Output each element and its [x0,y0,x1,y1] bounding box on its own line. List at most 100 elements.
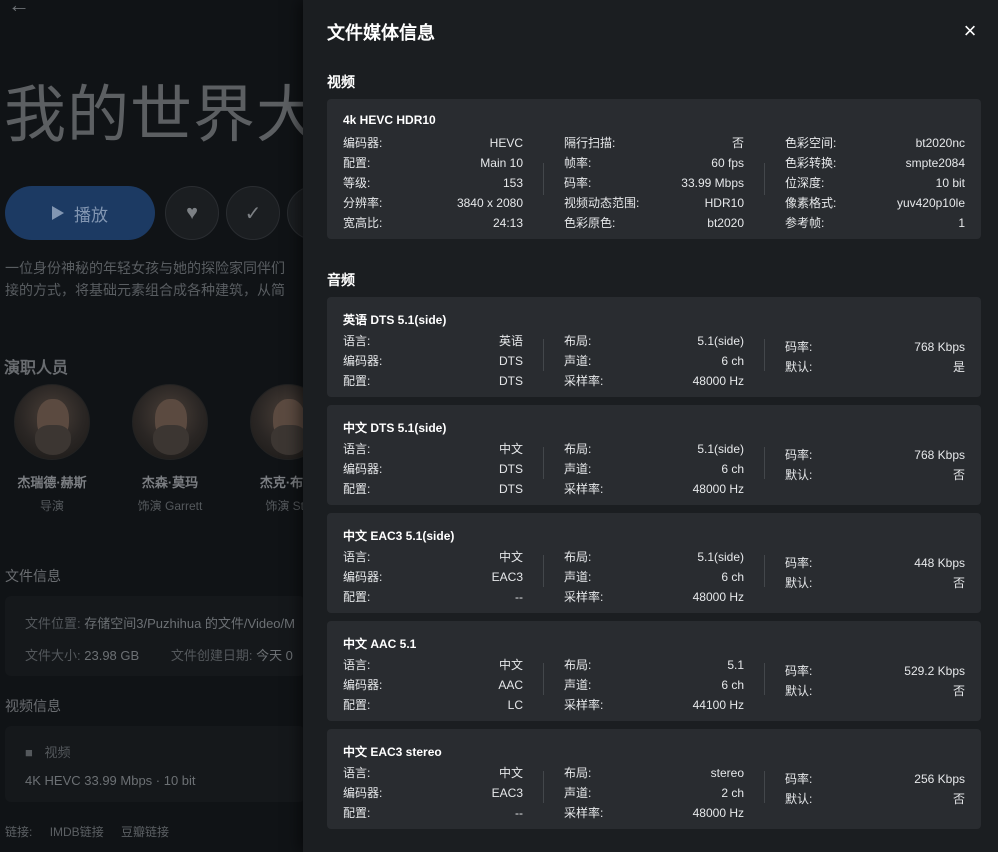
video-label-row: ■ 视频 [25,742,71,761]
info-row: 编码器: DTS [343,459,523,479]
douban-link[interactable]: 豆瓣链接 [121,825,169,839]
info-key: 隔行扫描: [564,136,616,150]
info-row: 布局: 5.1(side) [564,331,744,351]
info-row: 编码器: HEVC [343,133,523,153]
info-row: 配置: -- [343,803,523,823]
info-value: EAC3 [491,570,523,584]
imdb-link[interactable]: IMDB链接 [50,825,104,839]
info-key: 声道: [564,462,592,476]
info-value: 否 [952,792,965,806]
overview-line-2: 接的方式，将基础元素组合成各种建筑，从简 [5,282,285,298]
cast-name: 杰瑞德·赫斯 [17,475,87,490]
file-location-label: 文件位置: [25,616,81,631]
info-row: 采样率: 48000 Hz [564,371,744,391]
audio-col-2: 布局: 5.1(side) 声道: 6 ch 采样率: 48000 Hz [564,547,744,607]
info-key: 布局: [564,334,592,348]
info-value: 48000 Hz [692,374,744,388]
info-row: 编码器: EAC3 [343,783,523,803]
watched-button[interactable]: ✓ [226,186,280,240]
audio-stream-title: 英语 DTS 5.1(side) [343,313,447,327]
info-key: 配置: [343,156,371,170]
cast-member[interactable]: 杰瑞德·赫斯 导演 [2,384,102,514]
media-info-drawer: 文件媒体信息 × 视频 4k HEVC HDR10 编码器: HEVC 配置: Ma… [303,0,998,852]
info-value: 否 [952,468,965,482]
info-row: 位深度: 10 bit [785,173,965,193]
info-value: 英语 [498,334,523,348]
column-divider [543,447,544,479]
info-value: 5.1(side) [697,550,744,564]
info-value: 6 ch [721,462,744,476]
audio-col-1: 语言: 中文 编码器: DTS 配置: DTS [343,439,523,499]
column-divider [543,339,544,371]
info-row: 编码器: AAC [343,675,523,695]
info-value: yuv420p10le [896,196,965,210]
info-value: 是 [952,360,965,374]
file-size-value: 23.98 GB [84,648,140,663]
info-key: 编码器: [343,136,383,150]
info-key: 色彩转换: [785,156,837,170]
info-row: 声道: 6 ch [564,675,744,695]
info-key: 语言: [343,766,371,780]
avatar [14,384,90,460]
info-value: 256 Kbps [914,772,965,786]
cast-member[interactable]: 杰森·莫玛 饰演 Garrett [120,384,220,514]
info-row: 默认: 否 [785,789,965,809]
cast-name: 杰森·莫玛 [141,475,199,490]
info-key: 编码器: [343,354,383,368]
info-key: 码率: [785,448,813,462]
info-value: 48000 Hz [692,590,744,604]
back-arrow-icon[interactable]: ← [8,0,30,18]
info-key: 编码器: [343,570,383,584]
audio-stream-card: 中文 EAC3 stereo 语言: 中文 编码器: EAC3 配置: -- 布局: s… [327,729,981,829]
info-row: 分辨率: 3840 x 2080 [343,193,523,213]
drawer-title: 文件媒体信息 [327,23,435,43]
close-icon[interactable]: × [960,19,980,43]
info-key: 语言: [343,658,371,672]
audio-stream-title: 中文 EAC3 5.1(side) [343,529,455,543]
info-key: 配置: [343,806,371,820]
file-location-row: 文件位置: 存储空间3/Puzhihua 的文件/Video/M [25,613,295,632]
audio-col-2: 布局: 5.1(side) 声道: 6 ch 采样率: 48000 Hz [564,331,744,391]
info-value: 5.1 [727,658,744,672]
column-divider [764,663,765,695]
info-row: 声道: 6 ch [564,459,744,479]
info-row: 配置: LC [343,695,523,715]
info-key: 布局: [564,658,592,672]
info-row: 布局: 5.1(side) [564,547,744,567]
info-value: 6 ch [721,678,744,692]
video-section-title: 视频 [327,74,355,90]
file-info-card: 文件位置: 存储空间3/Puzhihua 的文件/Video/M 文件大小: 2… [5,596,305,676]
column-divider [543,555,544,587]
info-value: stereo [710,766,744,780]
file-info-title: 文件信息 [5,568,61,584]
info-key: 布局: [564,766,592,780]
file-created-value: 今天 0 [256,648,293,663]
video-info-title: 视频信息 [5,698,61,714]
info-row: 色彩空间: bt2020nc [785,133,965,153]
info-key: 采样率: [564,698,604,712]
avatar [132,384,208,460]
info-row: 默认: 否 [785,573,965,593]
audio-stream-card: 中文 AAC 5.1 语言: 中文 编码器: AAC 配置: LC 布局: 5.1 声道… [327,621,981,721]
info-key: 语言: [343,550,371,564]
info-value: bt2020nc [915,136,965,150]
info-row: 默认: 否 [785,681,965,701]
info-key: 默认: [785,684,813,698]
play-button[interactable]: 播放 [5,186,155,240]
audio-col-1: 语言: 中文 编码器: EAC3 配置: -- [343,763,523,823]
audio-stream-title: 中文 AAC 5.1 [343,637,417,651]
info-row: 语言: 中文 [343,763,523,783]
info-value: DTS [499,482,523,496]
info-value: -- [515,806,523,820]
info-row: 参考帧: 1 [785,213,965,233]
info-key: 声道: [564,570,592,584]
file-size-label: 文件大小: [25,648,81,663]
info-row: 默认: 是 [785,357,965,377]
info-row: 编码器: EAC3 [343,567,523,587]
column-divider [543,663,544,695]
info-value: 6 ch [721,570,744,584]
video-col-2: 隔行扫描: 否 帧率: 60 fps 码率: 33.99 Mbps 视频动态范围: HD… [564,133,744,233]
info-value: 24:13 [492,216,523,230]
info-value: Main 10 [480,156,523,170]
favorite-button[interactable]: ♥ [165,186,219,240]
